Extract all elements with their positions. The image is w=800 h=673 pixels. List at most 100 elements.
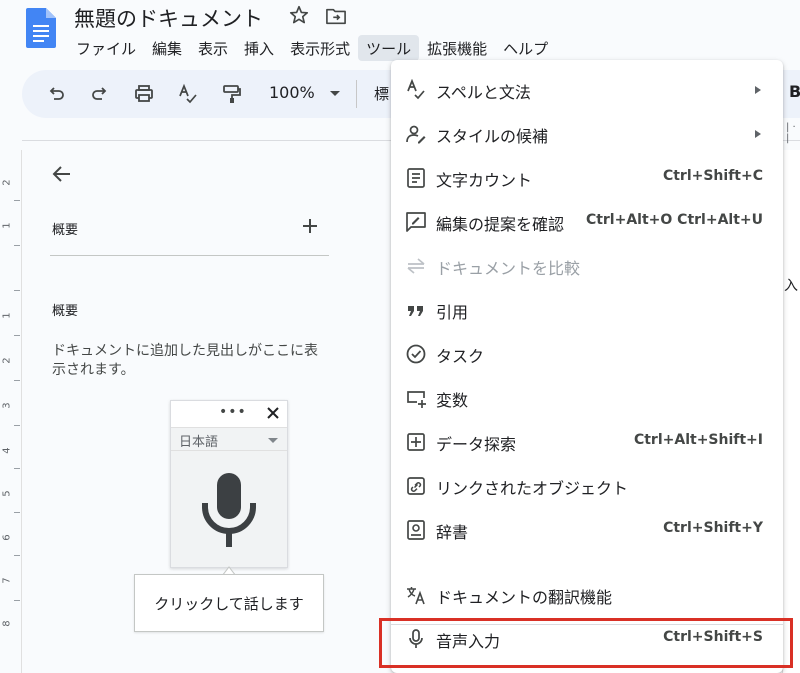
- more-options-icon[interactable]: •••: [219, 404, 247, 420]
- submenu-arrow-icon: [755, 86, 761, 94]
- print-button[interactable]: [132, 82, 156, 106]
- menu-help[interactable]: ヘルプ: [495, 35, 556, 61]
- menu-item-label: 編集の提案を確認: [436, 215, 565, 234]
- ruler-tick: [14, 468, 20, 469]
- ruler-tick: [14, 600, 20, 601]
- ruler-number: 3: [1, 402, 13, 409]
- spellcheck-icon: [179, 83, 197, 104]
- close-icon[interactable]: [265, 405, 281, 421]
- menu-item-spelling-grammar[interactable]: スペルと文法: [391, 68, 783, 112]
- document-page-edge[interactable]: [782, 150, 800, 673]
- menu-item-shortcut: Ctrl+Alt+Shift+I: [633, 432, 763, 448]
- submenu-arrow-icon: [755, 130, 761, 138]
- menu-item-label: リンクされたオブジェクト: [436, 479, 629, 498]
- menu-item-tasks[interactable]: タスク: [391, 332, 783, 376]
- spellcheck-button[interactable]: [176, 82, 200, 106]
- dictionary-icon: [407, 520, 425, 540]
- menu-insert[interactable]: 挿入: [236, 35, 282, 61]
- ruler-tick: [14, 290, 20, 291]
- mic-button[interactable]: [171, 451, 287, 567]
- menu-item-label: 文字カウント: [436, 171, 533, 190]
- compare-documents-icon: [407, 258, 425, 274]
- ruler-tick: [14, 335, 20, 336]
- star-icon[interactable]: [288, 4, 310, 26]
- ruler-number: 2: [1, 357, 13, 364]
- review-edits-icon: [406, 212, 426, 232]
- microphone-icon: [202, 473, 256, 547]
- print-icon: [135, 85, 153, 102]
- bold-button[interactable]: B: [789, 82, 800, 101]
- voice-widget-header[interactable]: •••: [171, 401, 287, 427]
- menu-extensions[interactable]: 拡張機能: [419, 35, 495, 61]
- zoom-select[interactable]: 100%: [269, 83, 315, 102]
- menu-item-linked-objects[interactable]: リンクされたオブジェクト: [391, 464, 783, 508]
- menu-item-citations[interactable]: 引用: [391, 288, 783, 332]
- redo-icon: [92, 87, 107, 100]
- ruler-number: 6: [1, 534, 13, 541]
- menu-item-review-suggested-edits[interactable]: 編集の提案を確認 Ctrl+Alt+O Ctrl+Alt+U: [391, 200, 783, 244]
- translate-icon: [407, 587, 425, 605]
- chevron-down-icon[interactable]: [330, 91, 340, 96]
- spellcheck-icon: [407, 79, 425, 100]
- paint-format-button[interactable]: [220, 82, 244, 106]
- ruler-number: 4: [1, 447, 13, 454]
- tools-menu: スペルと文法 スタイルの候補 文字カウント Ctrl+Shift+C 編集の提案…: [391, 60, 783, 673]
- ruler-tick: [14, 200, 20, 201]
- menu-view[interactable]: 表示: [190, 35, 236, 61]
- ruler-tick: [14, 245, 20, 246]
- outline-placeholder-text: ドキュメントに追加した見出しがここに表示されます。: [52, 343, 318, 378]
- undo-button[interactable]: [44, 82, 68, 106]
- word-count-icon: [407, 168, 425, 188]
- menu-item-shortcut: Ctrl+Shift+Y: [663, 520, 763, 536]
- ruler-tick: [14, 425, 20, 426]
- ruler-number: 5: [1, 490, 13, 497]
- outline-summary-label: 概要: [52, 304, 79, 319]
- menu-tools[interactable]: ツール: [358, 35, 420, 61]
- menu-item-dictionary[interactable]: 辞書 Ctrl+Shift+Y: [391, 508, 783, 552]
- menu-item-shortcut: Ctrl+Shift+C: [662, 168, 763, 184]
- menu-file[interactable]: ファイル: [68, 35, 144, 61]
- document-title[interactable]: 無題のドキュメント: [74, 3, 263, 33]
- ruler-number: 8: [1, 620, 13, 627]
- menu-item-label: 変数: [436, 391, 469, 410]
- docs-logo-icon[interactable]: [26, 8, 56, 48]
- ruler-tick: [14, 512, 20, 513]
- menu-item-variables[interactable]: 変数: [391, 376, 783, 420]
- language-value: 日本語: [179, 435, 219, 450]
- paragraph-style-select[interactable]: 標: [374, 83, 389, 104]
- menu-item-style-suggestions[interactable]: スタイルの候補: [391, 112, 783, 156]
- highlight-annotation-box: [379, 618, 793, 668]
- linked-objects-icon: [407, 477, 425, 495]
- menu-item-explore[interactable]: データ探索 Ctrl+Alt+Shift+I: [391, 420, 783, 464]
- redo-button[interactable]: [88, 82, 112, 106]
- style-suggestion-icon: [406, 125, 426, 144]
- menu-item-word-count[interactable]: 文字カウント Ctrl+Shift+C: [391, 156, 783, 200]
- ruler-number: 1: [1, 312, 13, 319]
- citations-icon: [408, 306, 423, 316]
- paint-format-icon: [223, 85, 241, 103]
- menu-item-translate-document[interactable]: ドキュメントの翻訳機能: [391, 573, 783, 617]
- back-arrow-icon[interactable]: [50, 162, 74, 186]
- menu-format[interactable]: 表示形式: [282, 35, 358, 61]
- menu-item-label: スペルと文法: [436, 83, 531, 102]
- voice-tooltip: クリックして話します: [134, 574, 324, 632]
- tasks-icon: [406, 344, 426, 364]
- menu-edit[interactable]: 編集: [144, 35, 190, 61]
- language-select[interactable]: 日本語: [171, 427, 287, 451]
- undo-icon: [49, 87, 64, 100]
- add-summary-icon[interactable]: [298, 214, 322, 238]
- vertical-ruler[interactable]: 2 1 1 2 3 4 5 6 7 8: [0, 150, 22, 673]
- menu-item-label: スタイルの候補: [436, 127, 549, 146]
- menu-item-label: ドキュメントの翻訳機能: [436, 588, 613, 607]
- menu-item-label: ドキュメントを比較: [436, 259, 581, 278]
- ruler-number: 2: [1, 179, 13, 186]
- outline-divider: [50, 255, 329, 256]
- chevron-down-icon: [268, 438, 278, 443]
- move-folder-icon[interactable]: [325, 6, 347, 26]
- ruler-number: 1: [1, 222, 13, 229]
- horizontal-ruler-ticks: | · |: [786, 122, 796, 144]
- page-edge-text: 入: [784, 278, 798, 294]
- ruler-tick: [14, 380, 20, 381]
- ruler-tick: [14, 555, 20, 556]
- menu-item-label: 引用: [436, 303, 469, 322]
